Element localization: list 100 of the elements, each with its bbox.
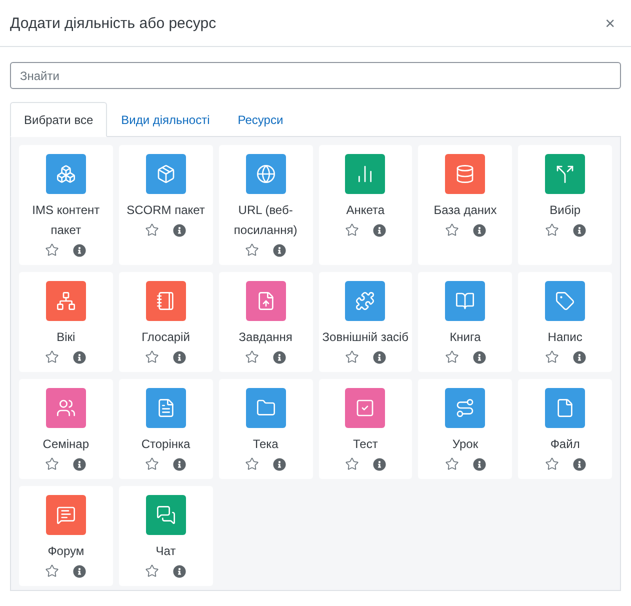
search-field[interactable]: Знайти <box>10 62 621 89</box>
folder-icon <box>256 398 276 418</box>
activity-name: База даних <box>432 202 498 219</box>
activity-name: Сторінка <box>140 436 192 453</box>
star-button[interactable] <box>145 350 160 364</box>
info-button[interactable] <box>572 458 586 470</box>
info-button[interactable] <box>372 224 386 236</box>
activity-name: URL (веб-посилання) <box>232 202 298 239</box>
star-button[interactable] <box>45 457 60 471</box>
info-button[interactable] <box>173 350 186 364</box>
document-icon <box>156 398 176 418</box>
route-icon <box>455 398 476 418</box>
activity-card[interactable]: Зовнішній засіб <box>318 272 412 372</box>
activity-card[interactable]: Тека <box>218 379 312 479</box>
people-icon <box>56 398 76 418</box>
activity-card[interactable]: База даних <box>418 145 512 265</box>
star-button[interactable] <box>45 350 60 364</box>
star-button[interactable] <box>444 457 459 471</box>
activity-name: Напис <box>546 329 584 346</box>
activity-card[interactable]: Вибір <box>518 145 612 265</box>
activity-card[interactable]: Сторінка <box>118 379 213 479</box>
close-button[interactable]: × <box>601 14 619 32</box>
activity-name: Тека <box>252 436 280 453</box>
star-button[interactable] <box>544 223 559 237</box>
activity-name: Завдання <box>238 329 294 346</box>
star-button[interactable] <box>344 223 359 237</box>
activity-card[interactable]: URL (веб-посилання) <box>218 145 312 265</box>
activity-name: Глосарій <box>140 329 191 346</box>
boxes-icon <box>56 164 76 184</box>
info-button[interactable] <box>73 244 86 256</box>
star-button[interactable] <box>344 457 359 471</box>
info-button[interactable] <box>173 224 186 236</box>
activity-name: Семінар <box>42 436 90 453</box>
star-button[interactable] <box>344 350 359 364</box>
star-button[interactable] <box>444 223 459 237</box>
activity-card[interactable]: Напис <box>518 272 612 372</box>
checkbox-icon <box>355 398 376 418</box>
star-button[interactable] <box>45 243 60 257</box>
dialog-title: Додати діяльність або ресурс <box>10 14 216 32</box>
activity-name: Анкета <box>345 202 386 219</box>
star-button[interactable] <box>245 350 260 364</box>
star-button[interactable] <box>444 350 459 364</box>
activity-card[interactable]: Семінар <box>19 379 113 479</box>
activity-card[interactable]: SCORM пакет <box>118 145 213 265</box>
tab[interactable]: Вибрати все <box>10 102 108 137</box>
info-button[interactable] <box>273 350 286 364</box>
chat-icon <box>156 505 176 525</box>
activity-card[interactable]: Файл <box>518 379 612 479</box>
file-icon <box>555 398 576 418</box>
info-button[interactable] <box>472 458 486 470</box>
activity-card[interactable]: Глосарій <box>118 272 213 372</box>
info-button[interactable] <box>572 350 586 364</box>
info-button[interactable] <box>372 350 386 364</box>
star-button[interactable] <box>544 350 559 364</box>
activity-card[interactable]: Тест <box>318 379 412 479</box>
split-arrow-icon <box>555 164 576 184</box>
activity-name: Вікі <box>56 329 76 346</box>
star-button[interactable] <box>245 457 260 471</box>
star-button[interactable] <box>145 457 160 471</box>
activity-name: Зовнішній засіб <box>321 329 410 346</box>
star-button[interactable] <box>45 564 60 578</box>
activity-card[interactable]: IMS контент пакет <box>19 145 113 265</box>
box-icon <box>156 164 176 184</box>
activity-name: Файл <box>549 436 581 453</box>
activity-card[interactable]: Завдання <box>218 272 312 372</box>
tab[interactable]: Види діяльності <box>107 102 224 137</box>
info-button[interactable] <box>173 458 186 470</box>
activity-name: Урок <box>451 436 480 453</box>
info-button[interactable] <box>273 244 286 256</box>
info-button[interactable] <box>173 564 186 578</box>
activity-card[interactable]: Книга <box>418 272 512 372</box>
info-button[interactable] <box>273 458 286 470</box>
globe-icon <box>256 164 276 184</box>
book-icon <box>455 291 476 311</box>
info-button[interactable] <box>73 350 86 364</box>
info-button[interactable] <box>472 224 486 236</box>
activity-name: Вибір <box>548 202 582 219</box>
activity-name: Форум <box>46 543 86 560</box>
info-button[interactable] <box>572 224 586 236</box>
star-button[interactable] <box>245 243 260 257</box>
info-button[interactable] <box>73 458 86 470</box>
activity-card[interactable]: Вікі <box>19 272 113 372</box>
activity-name: IMS контент пакет <box>31 202 101 239</box>
activity-card[interactable]: Форум <box>19 486 113 586</box>
info-button[interactable] <box>472 350 486 364</box>
info-button[interactable] <box>73 564 86 578</box>
notebook-icon <box>156 291 176 311</box>
activity-card[interactable]: Чат <box>118 486 213 586</box>
activity-card[interactable]: Анкета <box>318 145 412 265</box>
activity-card[interactable]: Урок <box>418 379 512 479</box>
database-icon <box>455 164 476 184</box>
info-button[interactable] <box>372 458 386 470</box>
network-icon <box>56 291 76 311</box>
star-button[interactable] <box>145 223 160 237</box>
activity-name: Чат <box>154 543 177 560</box>
tag-icon <box>555 291 576 311</box>
tab[interactable]: Ресурси <box>224 102 298 137</box>
star-button[interactable] <box>544 457 559 471</box>
file-upload-icon <box>256 291 276 311</box>
star-button[interactable] <box>145 564 160 578</box>
